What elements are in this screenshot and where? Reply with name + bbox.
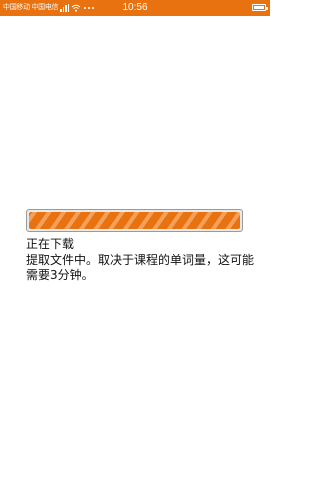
status-bar: 中国移动 中国电信 10:56 [0, 0, 270, 16]
battery-fill [254, 6, 264, 9]
status-clock: 10:56 [122, 2, 148, 13]
download-status-message: 提取文件中。取决于课程的单词量，这可能需要3分钟。 [26, 253, 255, 282]
download-status-title: 正在下载 [26, 237, 75, 251]
download-progress-bar [26, 209, 243, 232]
battery-icon [252, 4, 268, 11]
progress-fill [29, 212, 240, 229]
progress-track-inner [29, 212, 240, 229]
